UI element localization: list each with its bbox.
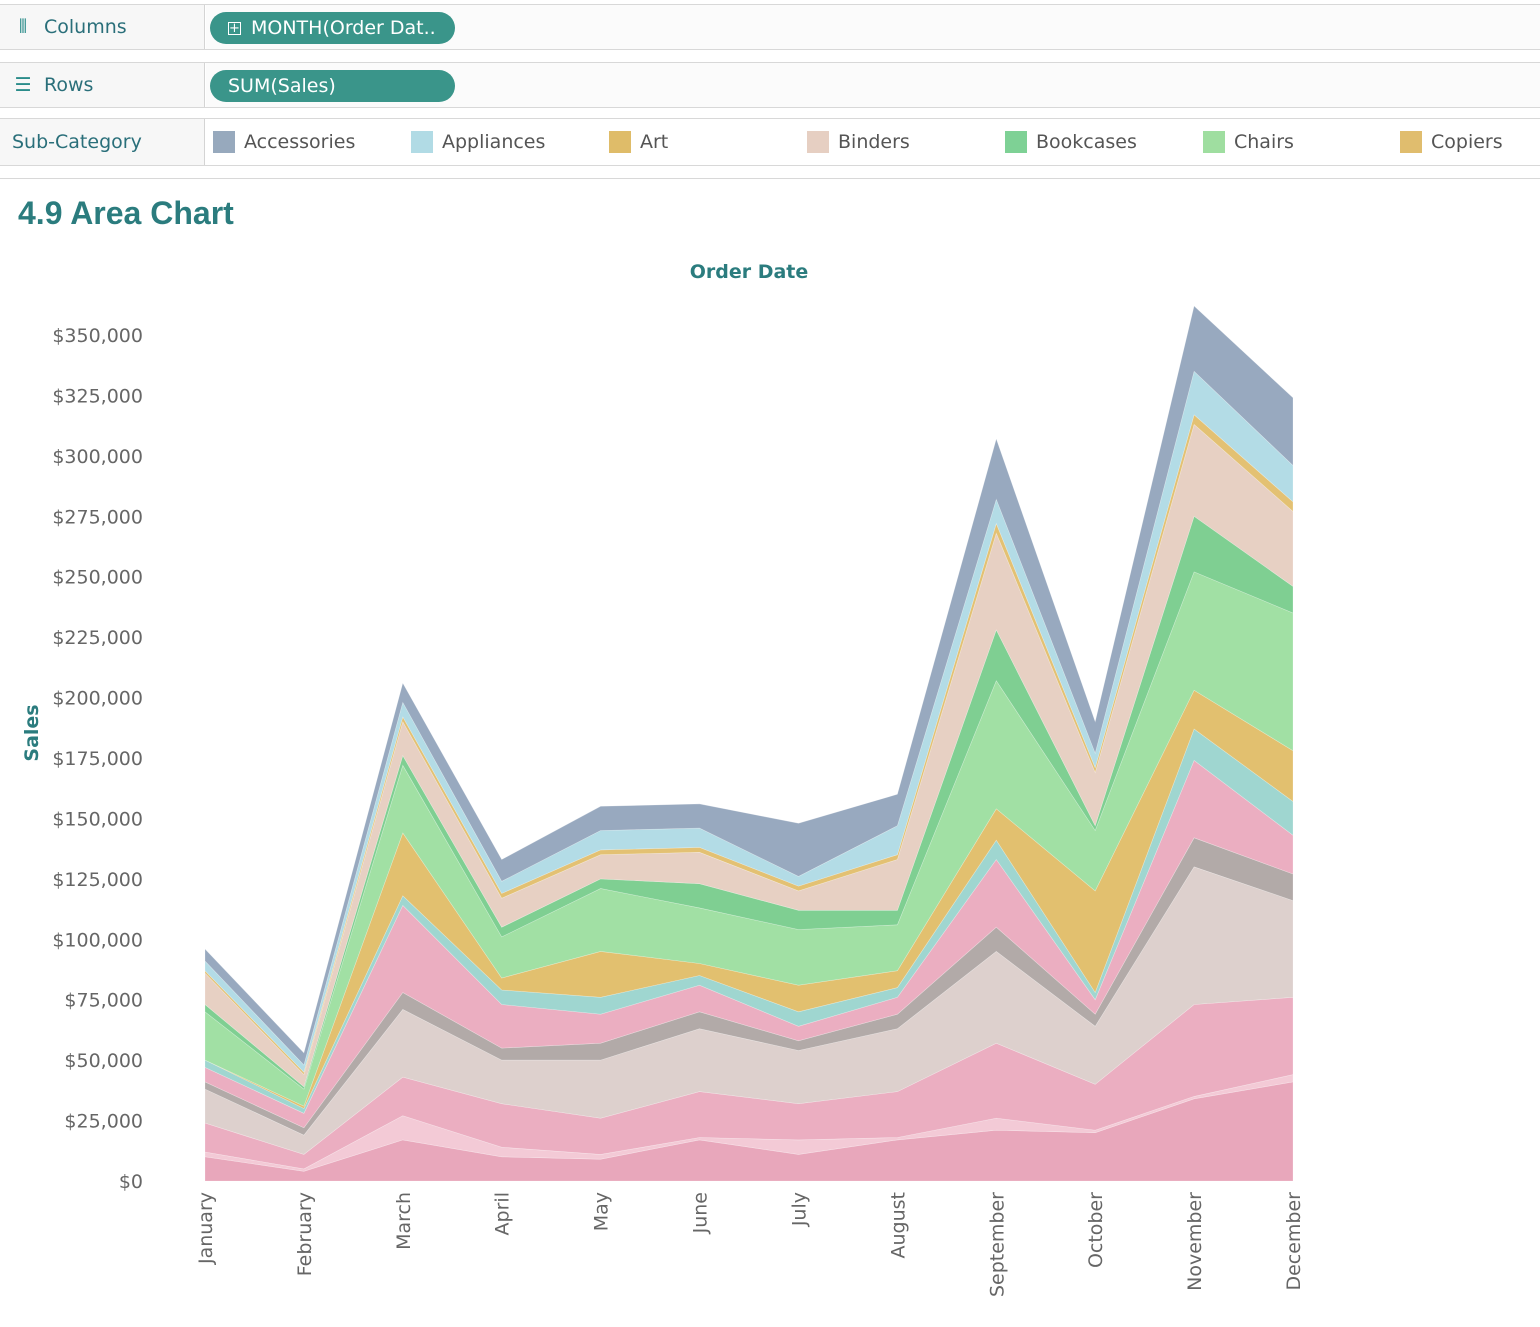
y-tick-label: $150,000: [52, 808, 143, 830]
x-tick-label: November: [1184, 1192, 1206, 1291]
y-axis-title: Sales: [21, 704, 43, 761]
x-tick-label: December: [1283, 1192, 1305, 1291]
y-tick-label: $0: [119, 1171, 143, 1193]
y-tick-label: $25,000: [64, 1111, 143, 1133]
y-tick-label: $100,000: [52, 929, 143, 951]
x-tick-label: May: [591, 1192, 613, 1231]
area-series-group: [204, 305, 1294, 1182]
area-chart: $0 $25,000 $50,000 $75,000 $100,000 $125,000 $…: [21, 261, 1305, 1297]
y-tick-label: $350,000: [52, 325, 143, 347]
x-tick-label: June: [690, 1192, 712, 1234]
y-tick-label: $275,000: [52, 506, 143, 528]
x-tick-label: July: [789, 1192, 811, 1227]
x-tick-label: August: [887, 1192, 909, 1259]
x-tick-label: September: [986, 1192, 1008, 1297]
x-tick-label: October: [1085, 1192, 1107, 1268]
y-tick-label: $200,000: [52, 688, 143, 710]
x-tick-label: April: [492, 1192, 514, 1235]
x-axis-title: Order Date: [690, 261, 809, 283]
y-tick-label: $325,000: [52, 385, 143, 407]
y-tick-label: $125,000: [52, 869, 143, 891]
y-tick-label: $75,000: [64, 990, 143, 1012]
x-tick-label: January: [195, 1192, 217, 1265]
y-tick-label: $175,000: [52, 748, 143, 770]
y-axis-ticks: $0 $25,000 $50,000 $75,000 $100,000 $125,000 $…: [52, 325, 143, 1193]
y-tick-label: $225,000: [52, 627, 143, 649]
x-tick-label: March: [393, 1192, 415, 1250]
x-axis-ticks: January February March April May June July Augu…: [195, 1192, 1305, 1297]
y-tick-label: $250,000: [52, 567, 143, 589]
y-tick-label: $50,000: [64, 1050, 143, 1072]
y-tick-label: $300,000: [52, 446, 143, 468]
x-tick-label: February: [294, 1192, 316, 1276]
